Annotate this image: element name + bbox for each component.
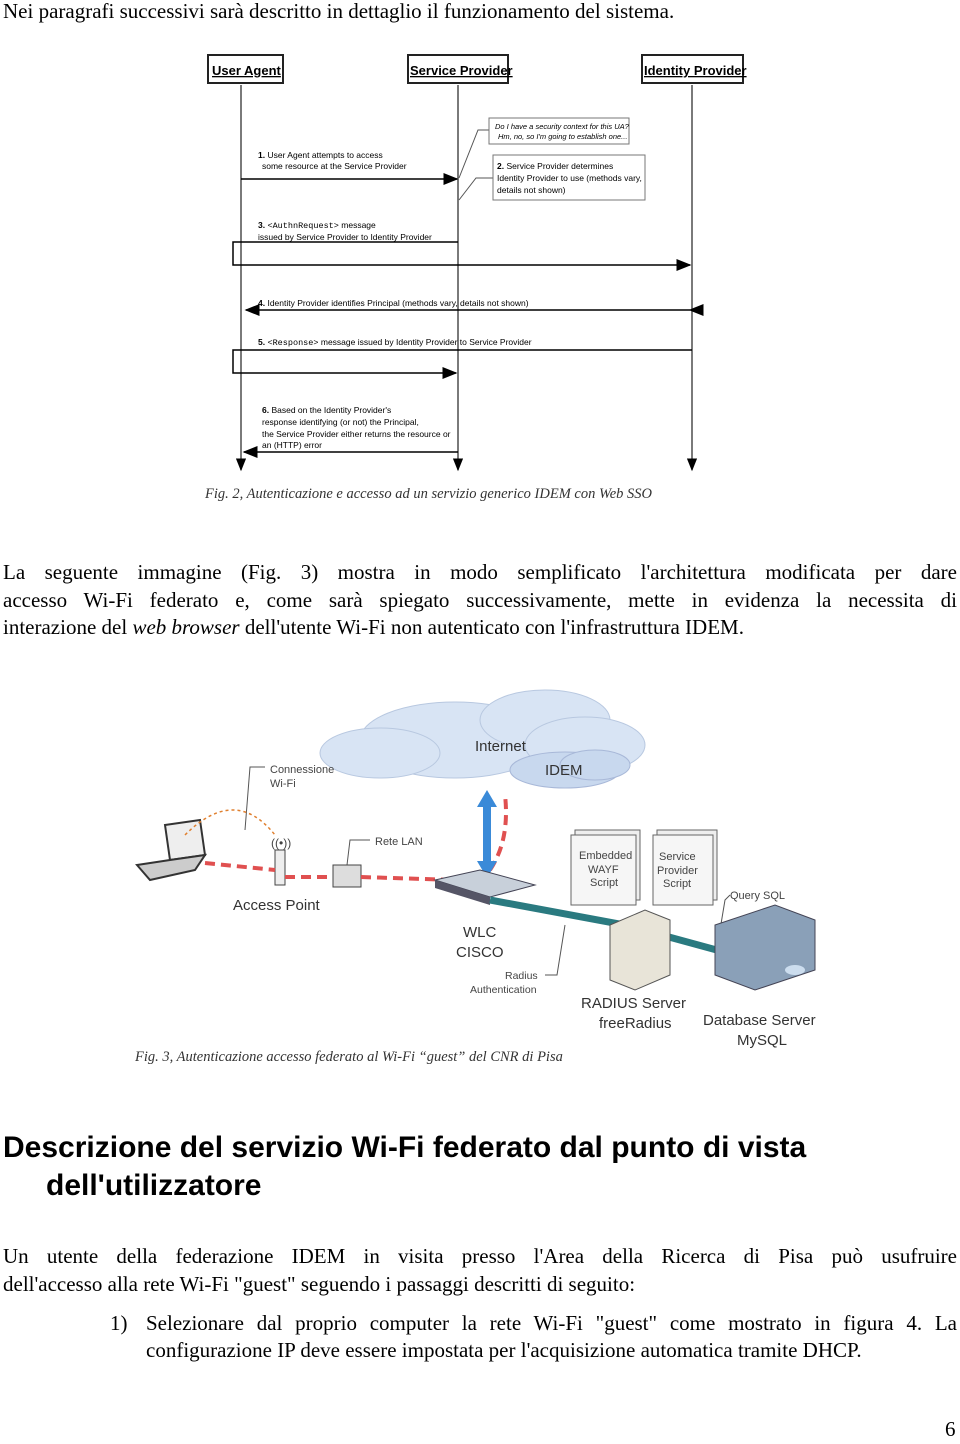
svg-text:Service: Service — [659, 851, 696, 863]
svg-text:User Agent: User Agent — [212, 63, 282, 78]
svg-text:some resource at the Service P: some resource at the Service Provider — [262, 161, 407, 171]
page-number: 6 — [945, 1417, 956, 1441]
svg-text:Embedded: Embedded — [579, 850, 632, 862]
svg-text:Service Provider: Service Provider — [410, 63, 513, 78]
database-server-icon — [714, 904, 816, 991]
list-marker: 1) — [110, 1311, 128, 1335]
svg-text:CISCO: CISCO — [456, 944, 504, 961]
heading-line1: Descrizione del servizio Wi-Fi federato … — [3, 1131, 807, 1164]
svg-text:((•)): ((•)) — [271, 836, 291, 850]
para2-line1: Un utente della federazione IDEM in visi… — [3, 1244, 957, 1268]
list-item-line1: Selezionare dal proprio computer la rete… — [146, 1311, 957, 1335]
svg-text:Hm, no, so I'm going to establ: Hm, no, so I'm going to establish one... — [498, 132, 627, 141]
svg-text:WAYF: WAYF — [588, 864, 619, 876]
svg-text:MySQL: MySQL — [737, 1032, 787, 1049]
network-diagram: Internet IDEM Connessione Wi-Fi Rete LAN… — [135, 689, 816, 1049]
svg-text:Provider: Provider — [657, 865, 698, 877]
fig3-caption: Fig. 3, Autenticazione accesso federato … — [135, 1049, 563, 1065]
svg-text:4. Identity Provider identifie: 4. Identity Provider identifies Principa… — [258, 298, 529, 308]
svg-text:1. User Agent attempts to acce: 1. User Agent attempts to access — [258, 150, 383, 160]
intro-text: Nei paragrafi successivi sarà descritto … — [3, 0, 675, 23]
svg-text:Script: Script — [663, 878, 691, 890]
svg-text:Identity Provider: Identity Provider — [644, 63, 747, 78]
svg-text:Radius: Radius — [505, 970, 538, 982]
svg-text:issued by Service Provider to: issued by Service Provider to Identity P… — [258, 232, 432, 242]
svg-text:Do I have a security context f: Do I have a security context for this UA… — [495, 122, 630, 131]
svg-text:Access Point: Access Point — [233, 897, 321, 914]
svg-text:RADIUS Server: RADIUS Server — [581, 995, 686, 1012]
svg-text:details not shown): details not shown) — [497, 185, 566, 195]
svg-text:Identity Provider to use (meth: Identity Provider to use (methods vary, — [497, 173, 642, 183]
svg-text:5. <Response> message issued: 5. <Response> message issued by Identity… — [258, 337, 532, 348]
laptop-icon — [135, 818, 208, 882]
svg-text:Rete LAN: Rete LAN — [375, 836, 423, 848]
arrow-step3 — [232, 241, 692, 271]
text: dell'utente Wi-Fi non autenticato con l'… — [239, 615, 744, 639]
svg-text:WLC: WLC — [463, 924, 497, 941]
svg-text:IDEM: IDEM — [545, 762, 583, 779]
svg-text:Script: Script — [590, 877, 618, 889]
para1-line2: accesso Wi-Fi federato e, come sarà spie… — [3, 588, 957, 612]
para1-line3: interazione del web browser dell'utente … — [3, 614, 744, 642]
svg-text:2. Service Provider determines: 2. Service Provider determines — [497, 161, 613, 171]
svg-text:3. <AuthnRequest> message: 3. <AuthnRequest> message — [258, 220, 376, 231]
svg-text:the Service Provider either re: the Service Provider either returns the … — [262, 429, 451, 439]
svg-text:an (HTTP) error: an (HTTP) error — [262, 440, 322, 450]
text: interazione del — [3, 615, 133, 639]
list-item-line2: configurazione IP deve essere impostata … — [146, 1338, 862, 1362]
arrow-step5 — [232, 349, 692, 379]
sequence-diagram: User Agent Service Provider Identity Pro… — [207, 54, 747, 472]
svg-text:Internet: Internet — [475, 738, 527, 755]
radius-server-icon — [609, 909, 671, 991]
wlc-router-icon — [433, 869, 537, 905]
svg-text:Authentication: Authentication — [470, 984, 537, 996]
section-heading: Descrizione del servizio Wi-Fi federato … — [3, 1129, 806, 1205]
svg-text:Query SQL: Query SQL — [730, 890, 785, 902]
svg-text:6. Based on the Identity Provi: 6. Based on the Identity Provider's — [262, 405, 391, 415]
fig2-caption: Fig. 2, Autenticazione e accesso ad un s… — [205, 486, 652, 502]
svg-text:response identifying (or not): response identifying (or not) the Princi… — [262, 417, 419, 427]
heading-line2: dell'utilizzatore — [46, 1169, 262, 1202]
svg-text:freeRadius: freeRadius — [599, 1015, 672, 1032]
svg-text:Database Server: Database Server — [703, 1012, 816, 1029]
svg-text:Connessione: Connessione — [270, 764, 334, 776]
para2-line2: dell'accesso alla rete Wi-Fi "guest" seg… — [3, 1272, 636, 1296]
switch-icon — [332, 864, 362, 888]
para1-line1: La seguente immagine (Fig. 3) mostra in … — [3, 560, 957, 584]
svg-text:Wi-Fi: Wi-Fi — [270, 778, 296, 790]
emphasis: web browser — [132, 615, 240, 639]
